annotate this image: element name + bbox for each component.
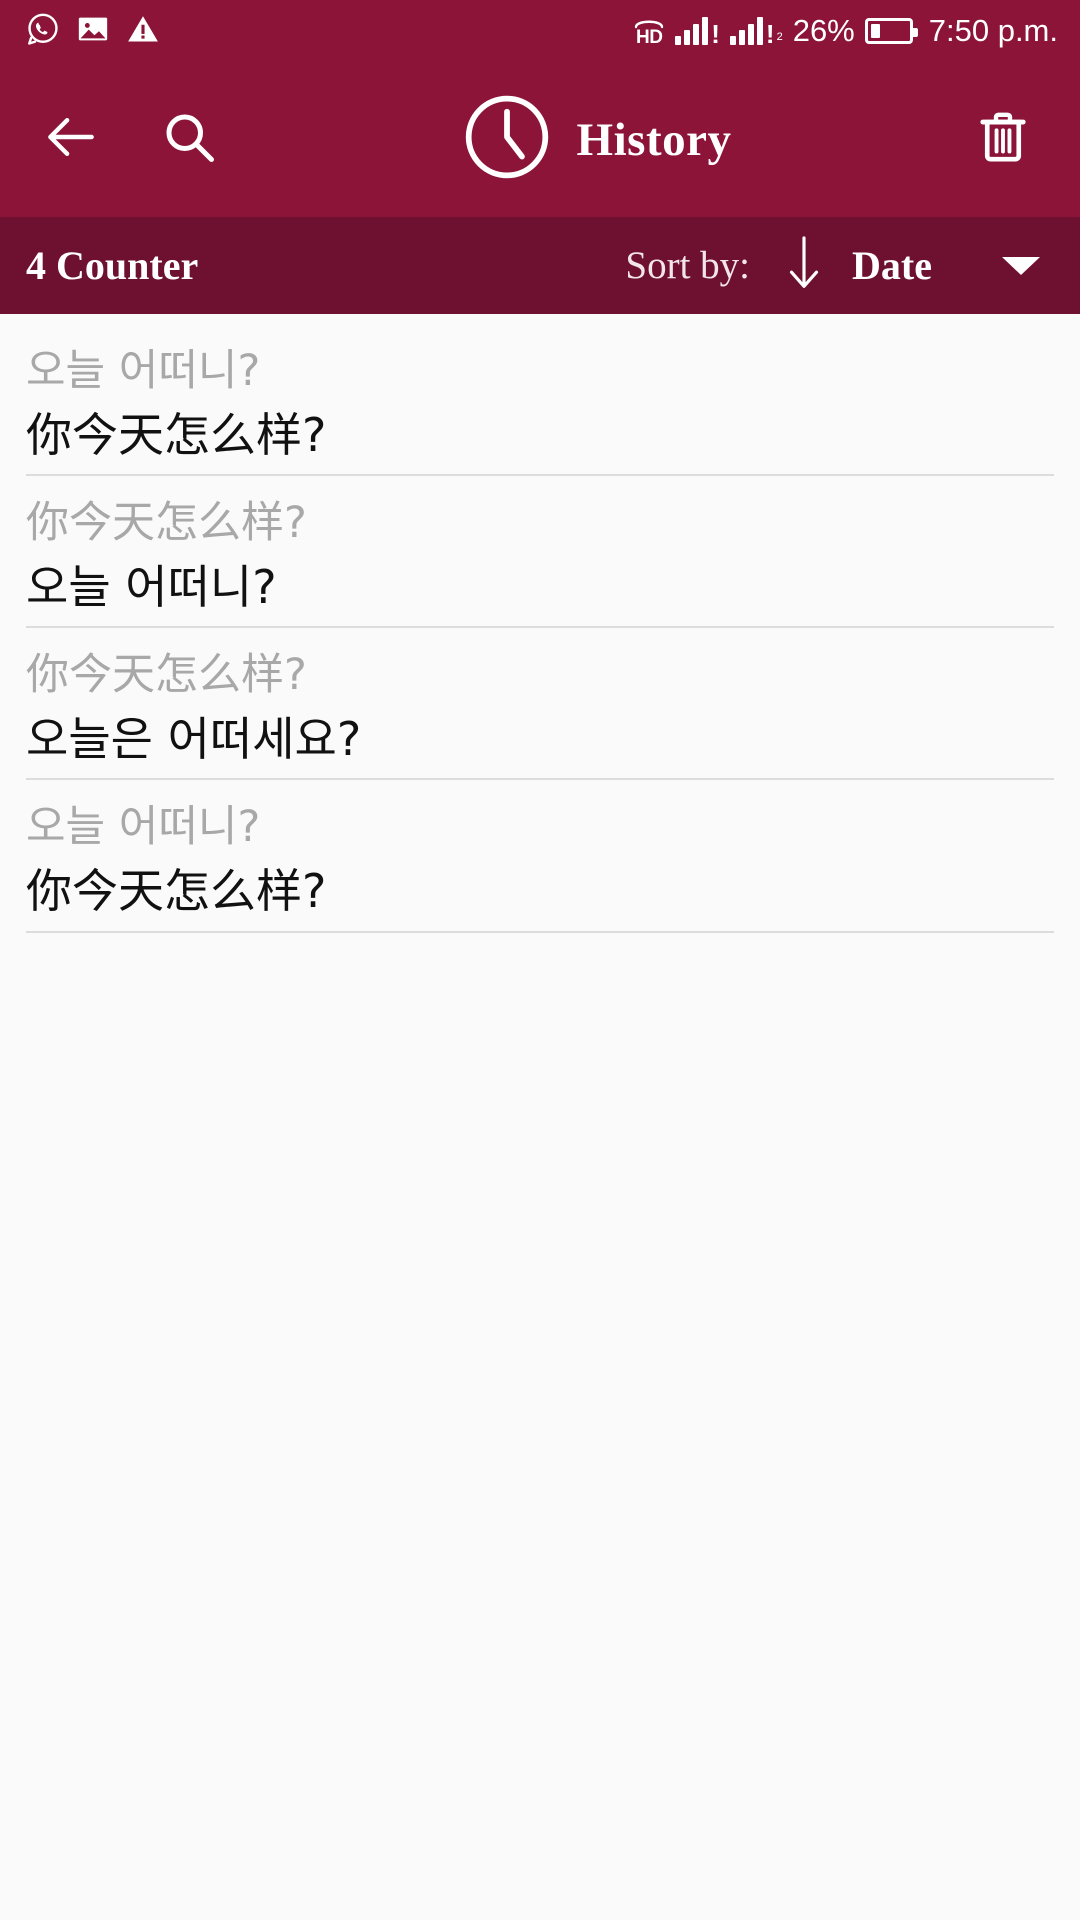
- history-item[interactable]: 오늘 어떠니? 你今天怎么样?: [0, 324, 1080, 477]
- signal-sim2-index: 2: [776, 31, 783, 43]
- clock-icon: [461, 91, 553, 188]
- volte-hd-icon: HD: [633, 16, 665, 47]
- app-bar: History: [0, 62, 1080, 217]
- list-divider: [26, 930, 1054, 933]
- history-screen: HD ! ! 2 26% 7:50 p.m. History 4 Counter…: [0, 0, 1080, 1920]
- sort-direction-button[interactable]: [784, 234, 824, 297]
- history-item-translated-text: 오늘 어떠니?: [26, 560, 277, 615]
- page-title: History: [576, 113, 732, 166]
- history-item-source-text: 你今天怎么样?: [26, 650, 307, 701]
- sort-bar: 4 Counter Sort by: Date: [0, 217, 1080, 314]
- history-item[interactable]: 你今天怎么样? 오늘 어떠니?: [0, 476, 1080, 629]
- history-counter-label: 4 Counter: [26, 243, 199, 288]
- history-item-source-text: 오늘 어떠니?: [26, 802, 261, 853]
- history-item-translated-text: 你今天怎么样?: [26, 864, 327, 919]
- volte-hd-label: HD: [636, 26, 663, 48]
- history-item[interactable]: 오늘 어떠니? 你今天怎么样?: [0, 780, 1080, 933]
- status-bar: HD ! ! 2 26% 7:50 p.m.: [0, 0, 1080, 62]
- battery-percent-label: 26%: [792, 13, 855, 48]
- whatsapp-icon: [26, 12, 60, 51]
- history-item-translated-text: 你今天怎么样?: [26, 408, 327, 463]
- delete-all-button[interactable]: [960, 97, 1046, 183]
- warning-icon: [126, 12, 160, 51]
- search-button[interactable]: [146, 97, 232, 183]
- app-bar-title-group: History: [232, 91, 960, 188]
- history-item[interactable]: 你今天怎么样? 오늘은 어떠세요?: [0, 628, 1080, 781]
- sort-control[interactable]: Sort by: Date: [625, 234, 1040, 297]
- signal-sim2-badge: !: [765, 18, 775, 49]
- trash-icon: [972, 106, 1034, 173]
- history-item-source-text: 오늘 어떠니?: [26, 346, 261, 396]
- signal-sim2-icon: ! 2: [729, 17, 783, 49]
- status-bar-system-icons: HD ! ! 2 26% 7:50 p.m.: [633, 13, 1058, 49]
- history-item-translated-text: 오늘은 어떠세요?: [26, 712, 362, 767]
- back-button[interactable]: [28, 97, 114, 183]
- history-item-source-text: 你今天怎么样?: [26, 498, 307, 549]
- search-icon: [159, 107, 219, 172]
- battery-icon: [864, 18, 918, 44]
- caret-down-icon[interactable]: [1002, 256, 1040, 275]
- sort-field-value[interactable]: Date: [852, 242, 932, 289]
- arrow-down-icon: [784, 234, 824, 297]
- arrow-left-icon: [40, 106, 102, 173]
- status-bar-notification-icons: [26, 12, 160, 51]
- status-bar-clock: 7:50 p.m.: [928, 13, 1058, 48]
- signal-sim1-badge: !: [711, 18, 720, 49]
- sort-by-label: Sort by:: [625, 244, 751, 287]
- history-list[interactable]: 오늘 어떠니? 你今天怎么样? 你今天怎么样? 오늘 어떠니? 你今天怎么样? 오늘은 어…: [0, 314, 1080, 1920]
- image-icon: [76, 12, 110, 51]
- signal-sim1-icon: !: [675, 17, 720, 49]
